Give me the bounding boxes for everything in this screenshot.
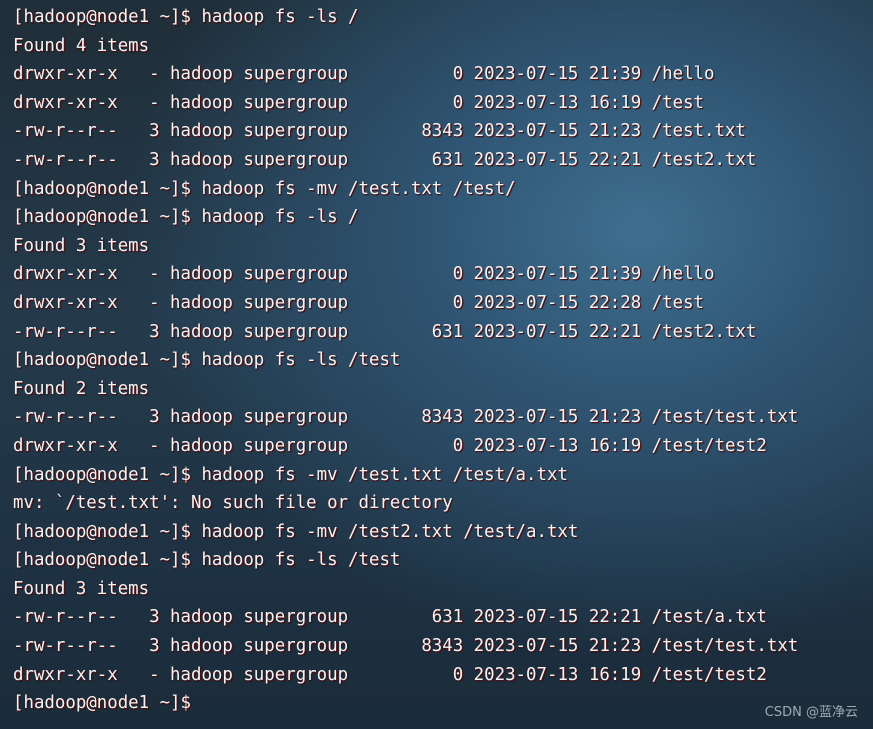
output-line: Found 4 items xyxy=(13,35,150,56)
output-line: -rw-r--r-- 3 hadoop supergroup 8343 2023… xyxy=(13,636,799,657)
prompt-line: [hadoop@node1 ~]$ hadoop fs -mv /test.tx… xyxy=(13,464,568,485)
terminal-output[interactable]: [hadoop@node1 ~]$ hadoop fs -ls / Found 4… xyxy=(13,3,798,718)
prompt-line: [hadoop@node1 ~]$ hadoop fs -mv /test2.t… xyxy=(13,521,579,542)
output-line: drwxr-xr-x - hadoop supergroup 0 2023-07… xyxy=(13,292,705,313)
output-line: Found 2 items xyxy=(13,378,150,399)
output-line: -rw-r--r-- 3 hadoop supergroup 631 2023-… xyxy=(13,607,767,628)
prompt-line: [hadoop@node1 ~]$ hadoop fs -mv /test.tx… xyxy=(13,178,516,199)
output-line: Found 3 items xyxy=(13,235,150,256)
prompt-line: [hadoop@node1 ~]$ xyxy=(13,693,191,714)
output-line: drwxr-xr-x - hadoop supergroup 0 2023-07… xyxy=(13,264,715,285)
output-line: mv: `/test.txt': No such file or directo… xyxy=(13,493,453,514)
prompt-line: [hadoop@node1 ~]$ hadoop fs -ls / xyxy=(13,7,359,27)
prompt-line: [hadoop@node1 ~]$ hadoop fs -ls /test xyxy=(13,550,401,571)
prompt-line: [hadoop@node1 ~]$ hadoop fs -ls / xyxy=(13,207,359,228)
output-line: drwxr-xr-x - hadoop supergroup 0 2023-07… xyxy=(13,92,705,113)
prompt-line: [hadoop@node1 ~]$ hadoop fs -ls /test xyxy=(13,350,401,371)
output-line: -rw-r--r-- 3 hadoop supergroup 8343 2023… xyxy=(13,121,746,142)
output-line: -rw-r--r-- 3 hadoop supergroup 8343 2023… xyxy=(13,407,799,428)
output-line: -rw-r--r-- 3 hadoop supergroup 631 2023-… xyxy=(13,149,757,170)
output-line: drwxr-xr-x - hadoop supergroup 0 2023-07… xyxy=(13,64,715,85)
output-line: drwxr-xr-x - hadoop supergroup 0 2023-07… xyxy=(13,664,767,685)
output-line: -rw-r--r-- 3 hadoop supergroup 631 2023-… xyxy=(13,321,757,342)
output-line: Found 3 items xyxy=(13,578,150,599)
output-line: drwxr-xr-x - hadoop supergroup 0 2023-07… xyxy=(13,435,767,456)
watermark: CSDN @蓝净云 xyxy=(764,705,858,720)
